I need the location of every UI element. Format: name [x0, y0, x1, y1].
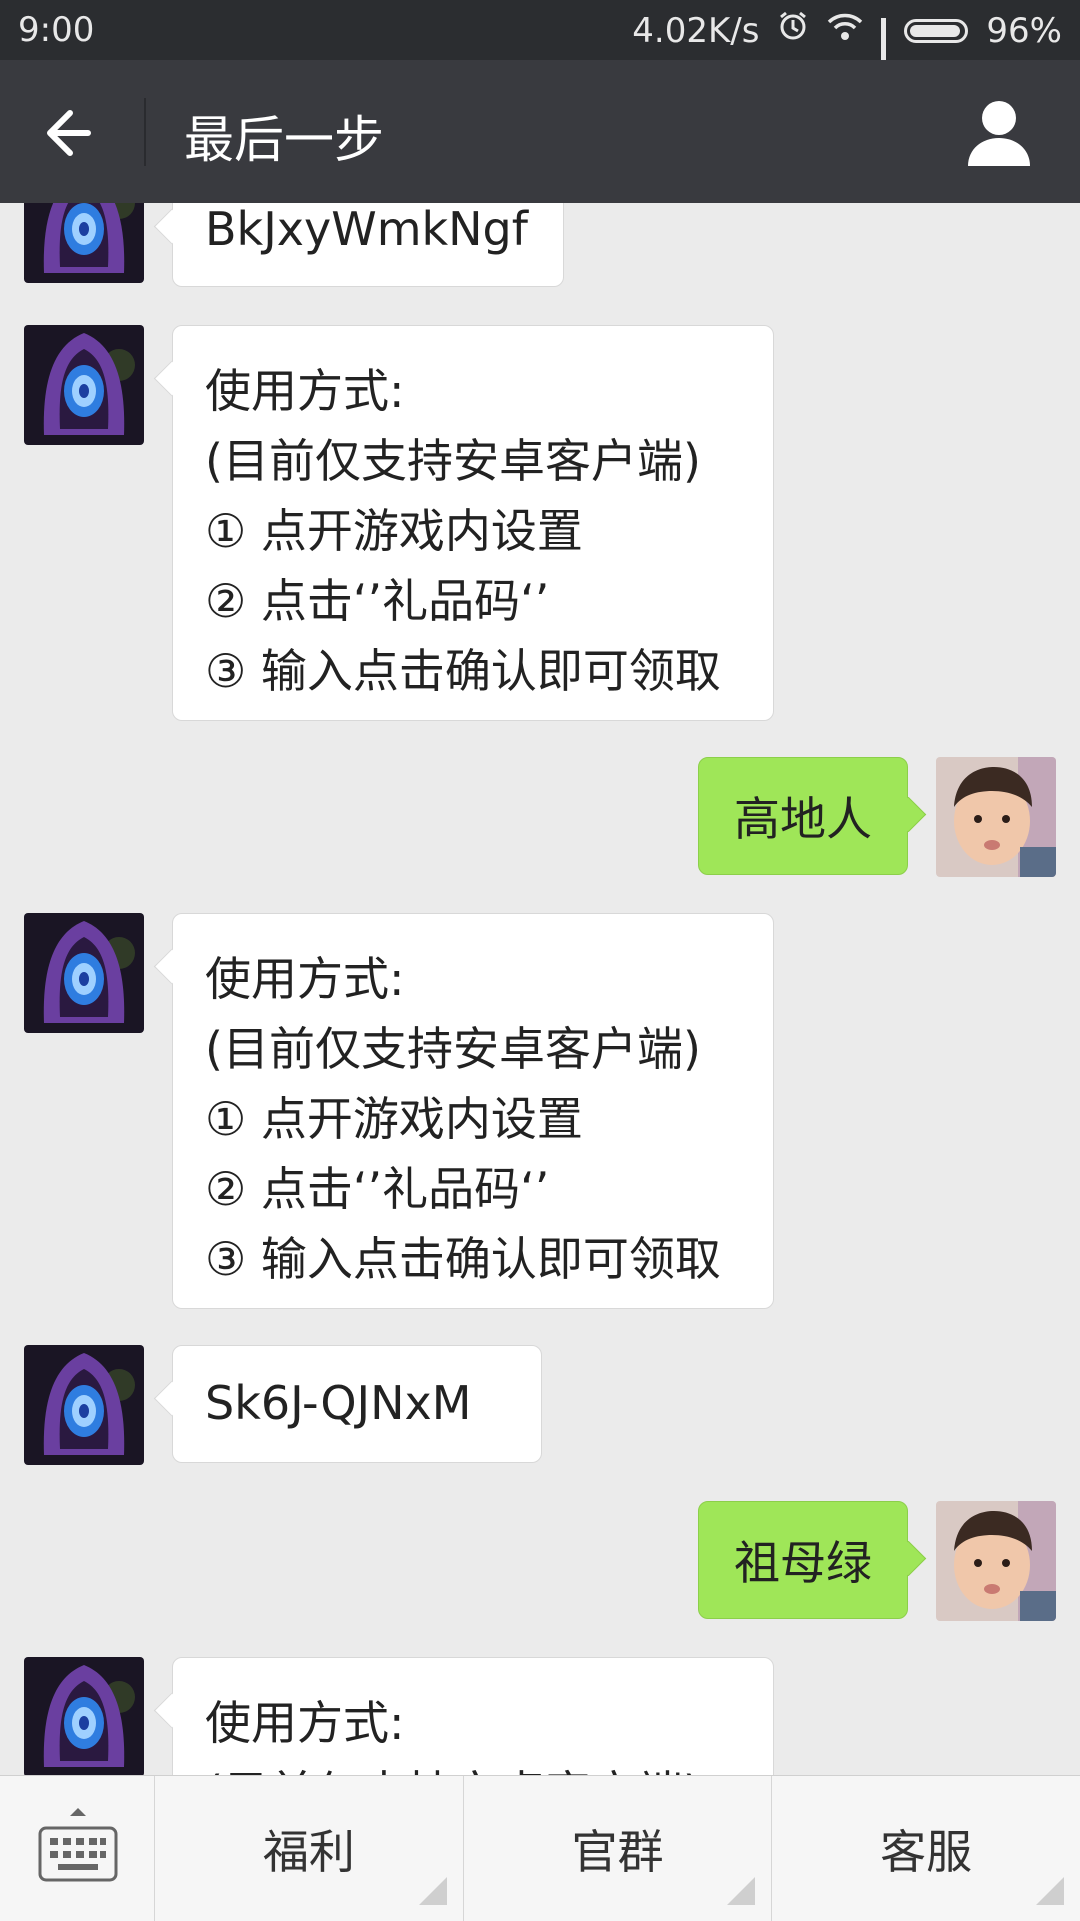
official-avatar[interactable]: [24, 203, 144, 283]
keyboard-toggle-button[interactable]: [0, 1776, 155, 1921]
signal-icon: [881, 17, 887, 98]
official-avatar[interactable]: [24, 325, 144, 445]
alarm-icon: [777, 10, 809, 51]
wifi-icon: [827, 11, 863, 51]
menu-label: 官群: [571, 1824, 664, 1879]
official-avatar[interactable]: [24, 1657, 144, 1775]
menu-label: 客服: [880, 1824, 973, 1879]
profile-icon[interactable]: [964, 96, 1034, 168]
bottom-menu: 福利 官群 客服: [0, 1775, 1080, 1921]
message-bubble[interactable]: 使用方式: (目前仅支持安卓客户端) ① 点开游戏内设置 ② 点击‘’礼品码‘’…: [172, 913, 774, 1309]
menu-label: 福利: [262, 1824, 355, 1879]
menu-customer-service[interactable]: 客服: [772, 1776, 1080, 1921]
battery-icon: [904, 18, 969, 43]
menu-welfare[interactable]: 福利: [155, 1776, 464, 1921]
network-speed: 4.02K/s: [632, 10, 760, 51]
message-bubble[interactable]: Sk6J-QJNxM: [172, 1345, 542, 1463]
submenu-indicator-icon: [418, 1877, 447, 1905]
user-avatar[interactable]: [936, 757, 1056, 877]
page-title: 最后一步: [184, 111, 384, 169]
message-bubble[interactable]: 使用方式: (目前仅支持安卓客户端) ① 点开游戏内设置 ② 点击‘’礼品码‘’…: [172, 325, 774, 721]
back-arrow-icon[interactable]: [40, 98, 110, 168]
message-bubble[interactable]: BkJxyWmkNgf: [172, 203, 564, 287]
battery-percent: 96%: [986, 10, 1062, 51]
submenu-indicator-icon: [1036, 1877, 1065, 1905]
title-divider: [144, 98, 146, 166]
chat-area[interactable]: BkJxyWmkNgf 使用方式: (目前仅支持安卓客户端) ① 点开游戏内设置…: [0, 203, 1080, 1775]
status-icons: 4.02K/s 96%: [632, 10, 1062, 98]
menu-official-group[interactable]: 官群: [464, 1776, 773, 1921]
user-avatar[interactable]: [936, 1501, 1056, 1621]
message-bubble[interactable]: 使用方式: (目前仅支持安卓客户端): [172, 1657, 774, 1775]
keyboard-icon: [38, 1808, 118, 1882]
title-bar: 最后一步: [0, 60, 1080, 203]
official-avatar[interactable]: [24, 913, 144, 1033]
submenu-indicator-icon: [727, 1877, 756, 1905]
self-message-bubble[interactable]: 高地人: [698, 757, 908, 875]
self-message-bubble[interactable]: 祖母绿: [698, 1501, 908, 1619]
status-time: 9:00: [18, 10, 95, 50]
official-avatar[interactable]: [24, 1345, 144, 1465]
status-bar: 9:00 4.02K/s 96%: [0, 0, 1080, 98]
